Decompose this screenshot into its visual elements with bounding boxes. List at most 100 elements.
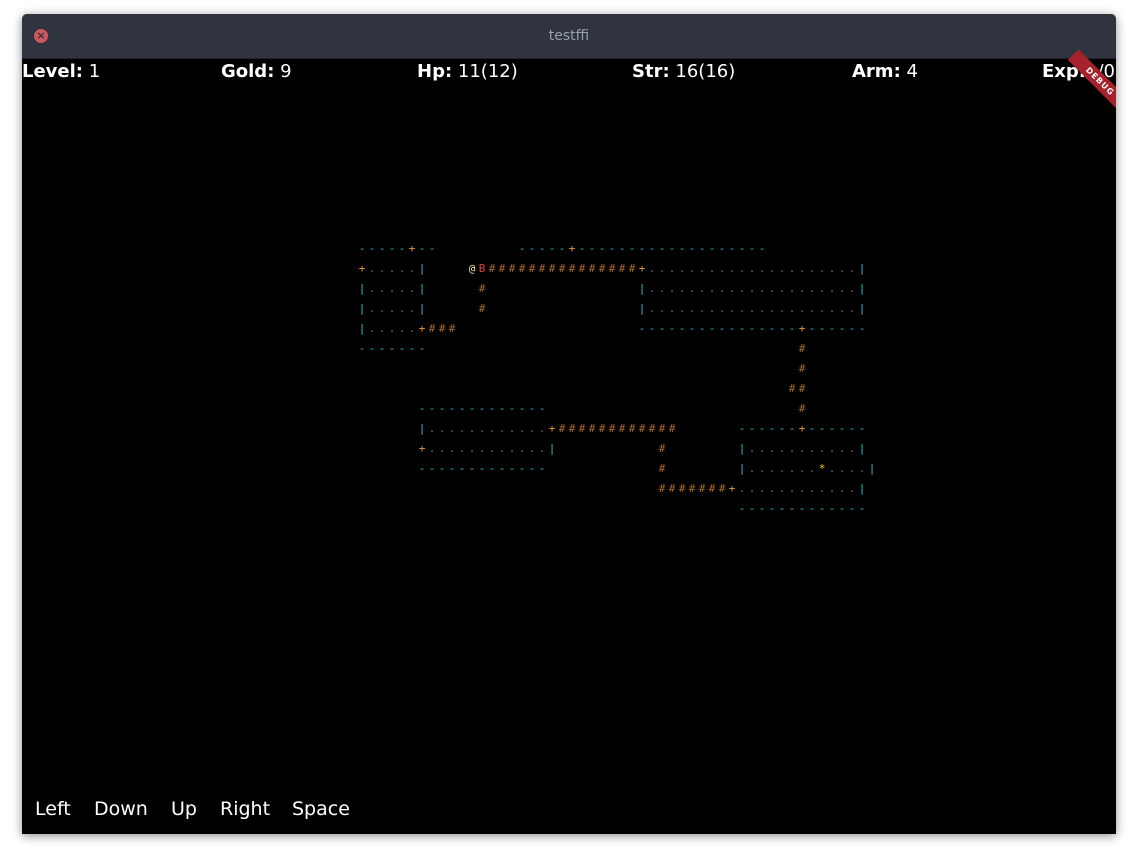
door-tile: +: [798, 322, 806, 335]
down-button[interactable]: Down: [94, 794, 148, 824]
floor-tile: .: [728, 302, 736, 315]
floor-tile: .: [818, 302, 826, 315]
wall-tile: -: [368, 342, 376, 355]
wall-tile: -: [468, 462, 476, 475]
corridor-tile: #: [698, 482, 706, 495]
floor-tile: .: [408, 322, 416, 335]
floor-tile: .: [768, 302, 776, 315]
wall-tile: -: [418, 242, 426, 255]
wall-tile: -: [678, 242, 686, 255]
floor-tile: .: [798, 262, 806, 275]
floor-tile: .: [428, 422, 436, 435]
floor-tile: .: [718, 302, 726, 315]
wall-tile: -: [688, 242, 696, 255]
wall-tile: -: [758, 502, 766, 515]
right-button[interactable]: Right: [220, 794, 270, 824]
floor-tile: .: [768, 462, 776, 475]
floor-tile: .: [478, 442, 486, 455]
space-button[interactable]: Space: [292, 794, 350, 824]
corridor-tile: #: [708, 482, 716, 495]
floor-tile: .: [458, 442, 466, 455]
floor-tile: .: [728, 262, 736, 275]
floor-tile: .: [828, 462, 836, 475]
floor-tile: .: [378, 322, 386, 335]
floor-tile: .: [708, 282, 716, 295]
floor-tile: .: [368, 322, 376, 335]
corridor-tile: #: [678, 482, 686, 495]
corridor-tile: #: [478, 282, 486, 295]
wall-tile: -: [838, 322, 846, 335]
floor-tile: .: [508, 422, 516, 435]
floor-tile: .: [688, 262, 696, 275]
floor-tile: .: [838, 482, 846, 495]
wall-tile: -: [398, 342, 406, 355]
wall-tile: -: [588, 242, 596, 255]
floor-tile: .: [688, 282, 696, 295]
wall-tile: -: [528, 242, 536, 255]
floor-tile: .: [798, 302, 806, 315]
floor-tile: .: [758, 462, 766, 475]
floor-tile: .: [788, 482, 796, 495]
floor-tile: .: [808, 482, 816, 495]
floor-tile: .: [798, 482, 806, 495]
wall-tile: -: [428, 462, 436, 475]
floor-tile: .: [658, 302, 666, 315]
wall-tile: -: [788, 502, 796, 515]
wall-tile: -: [708, 242, 716, 255]
wall-tile: -: [428, 402, 436, 415]
wall-tile: -: [488, 402, 496, 415]
floor-tile: .: [388, 302, 396, 315]
wall-tile: -: [488, 462, 496, 475]
wall-tile: -: [758, 322, 766, 335]
floor-tile: .: [398, 322, 406, 335]
wall-tile: -: [398, 242, 406, 255]
floor-tile: .: [428, 442, 436, 455]
floor-tile: .: [758, 282, 766, 295]
wall-tile: -: [748, 502, 756, 515]
wall-tile: -: [818, 502, 826, 515]
corridor-tile: #: [428, 322, 436, 335]
wall-tile: -: [738, 502, 746, 515]
up-button[interactable]: Up: [171, 794, 197, 824]
floor-tile: .: [838, 282, 846, 295]
floor-tile: .: [738, 262, 746, 275]
floor-tile: .: [858, 462, 866, 475]
wall-tile: -: [688, 322, 696, 335]
floor-tile: .: [818, 482, 826, 495]
floor-tile: .: [468, 422, 476, 435]
floor-tile: .: [388, 322, 396, 335]
floor-tile: .: [398, 282, 406, 295]
control-bar: Left Down Up Right Space: [22, 794, 422, 824]
corridor-tile: #: [788, 382, 796, 395]
door-tile: +: [418, 322, 426, 335]
floor-tile: .: [768, 482, 776, 495]
floor-tile: .: [648, 282, 656, 295]
wall-tile: -: [408, 342, 416, 355]
floor-tile: .: [848, 282, 856, 295]
floor-tile: .: [678, 262, 686, 275]
corridor-tile: #: [648, 422, 656, 435]
left-button[interactable]: Left: [35, 794, 71, 824]
monster-bat: B: [478, 262, 486, 275]
floor-tile: .: [438, 422, 446, 435]
wall-tile: -: [508, 462, 516, 475]
corridor-tile: #: [688, 482, 696, 495]
wall-tile: -: [628, 242, 636, 255]
wall-tile: -: [558, 242, 566, 255]
floor-tile: .: [488, 442, 496, 455]
floor-tile: .: [828, 262, 836, 275]
floor-tile: .: [758, 262, 766, 275]
wall-tile: -: [738, 242, 746, 255]
floor-tile: .: [368, 262, 376, 275]
wall-tile: -: [458, 462, 466, 475]
floor-tile: .: [818, 282, 826, 295]
floor-tile: .: [828, 302, 836, 315]
floor-tile: .: [808, 462, 816, 475]
wall-tile: -: [658, 322, 666, 335]
floor-tile: .: [758, 442, 766, 455]
corridor-tile: #: [558, 262, 566, 275]
floor-tile: .: [838, 462, 846, 475]
floor-tile: .: [748, 442, 756, 455]
wall-tile: |: [548, 442, 556, 455]
player-character: @: [468, 262, 476, 275]
